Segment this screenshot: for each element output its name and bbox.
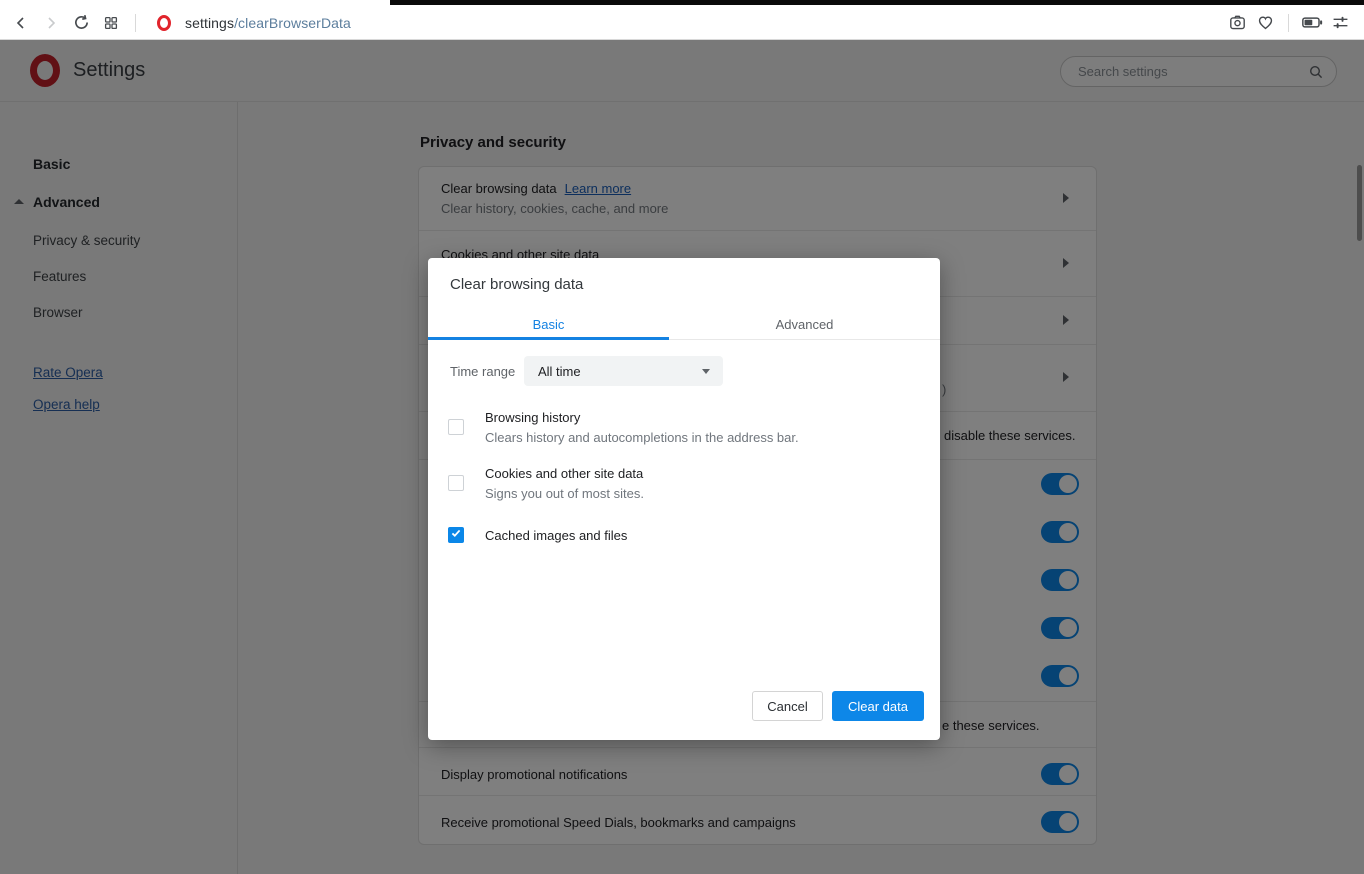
sliders-icon (1332, 14, 1349, 31)
checkmark-icon (450, 526, 462, 544)
time-range-label: Time range (450, 364, 515, 379)
opera-logo-icon (157, 15, 171, 31)
camera-icon (1229, 14, 1246, 31)
heart-icon (1257, 14, 1274, 31)
time-range-value: All time (524, 364, 702, 379)
bookmark-heart-button[interactable] (1251, 8, 1279, 38)
forward-button[interactable] (36, 8, 66, 38)
active-tab-underline (428, 337, 669, 340)
back-button[interactable] (6, 8, 36, 38)
tab-advanced[interactable]: Advanced (669, 308, 940, 340)
easy-setup-button[interactable] (1326, 8, 1354, 38)
time-range-select[interactable]: All time (524, 356, 723, 386)
reload-icon (73, 14, 90, 31)
reload-button[interactable] (66, 8, 96, 38)
back-icon (14, 16, 28, 30)
tab-tiles-icon (103, 15, 119, 31)
dialog-title: Clear browsing data (450, 276, 583, 293)
option-label: Cookies and other site data (485, 466, 643, 481)
battery-saver-button[interactable] (1298, 8, 1326, 38)
chrome-separator (1288, 14, 1289, 32)
clear-data-button[interactable]: Clear data (832, 691, 924, 721)
cancel-button[interactable]: Cancel (752, 691, 823, 721)
dialog-tabs: Basic Advanced (428, 308, 940, 340)
address-bar[interactable]: settings/clearBrowserData (185, 15, 351, 31)
checkbox-cached-images-files[interactable] (448, 527, 464, 543)
option-description: Clears history and autocompletions in th… (485, 430, 799, 445)
clear-browsing-data-dialog: Clear browsing data Basic Advanced Time … (428, 258, 940, 740)
option-label: Browsing history (485, 410, 580, 425)
browser-chrome: settings/clearBrowserData (0, 0, 1364, 40)
url-primary: settings (185, 15, 234, 31)
option-label: Cached images and files (485, 528, 627, 543)
option-description: Signs you out of most sites. (485, 486, 644, 501)
snapshot-button[interactable] (1223, 8, 1251, 38)
tab-tiles-button[interactable] (96, 8, 126, 38)
forward-icon (44, 16, 58, 30)
battery-icon (1302, 16, 1323, 29)
checkbox-cookies-site-data[interactable] (448, 475, 464, 491)
tab-basic[interactable]: Basic (428, 308, 669, 340)
chevron-down-icon (702, 369, 710, 374)
url-secondary: /clearBrowserData (234, 15, 351, 31)
chrome-separator (135, 14, 136, 32)
checkbox-browsing-history[interactable] (448, 419, 464, 435)
